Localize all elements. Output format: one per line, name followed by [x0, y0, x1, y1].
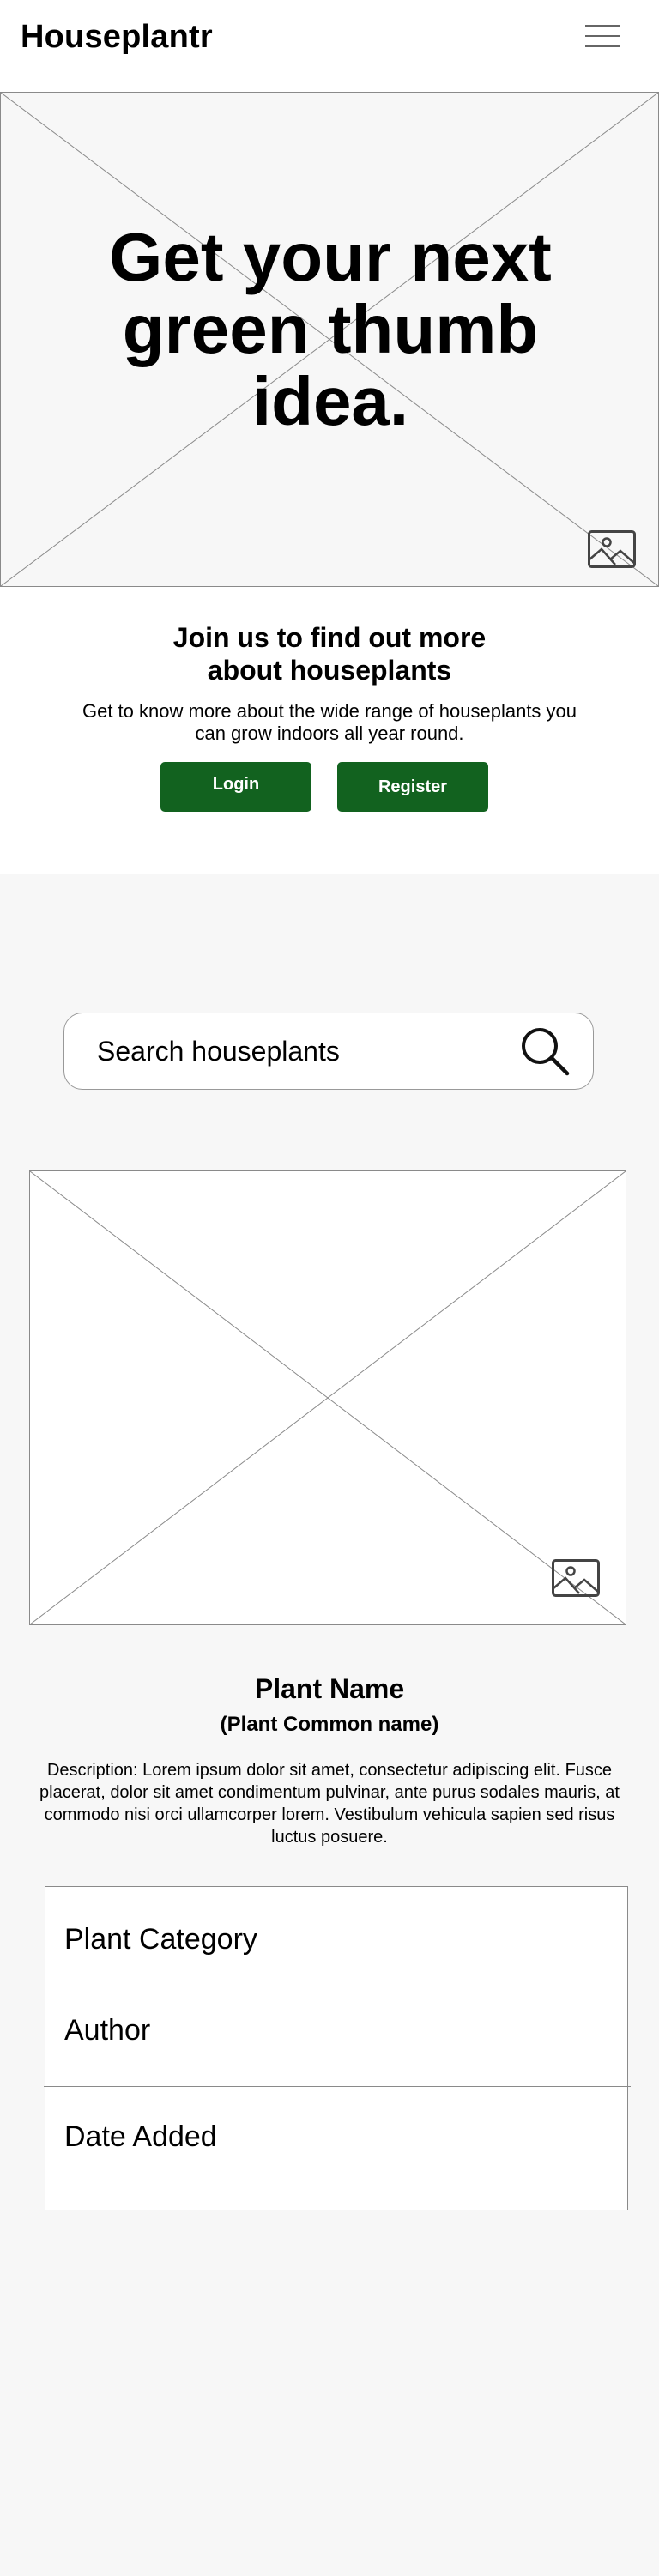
plant-category-row: Plant Category [45, 1923, 627, 1957]
image-placeholder-icon [552, 1559, 600, 1597]
plant-info-table: Plant Category Author Date Added [44, 1886, 631, 2210]
hero-title: Get your next green thumb idea. [109, 219, 552, 439]
author-row: Author [45, 2014, 627, 2048]
brand-logo[interactable]: Houseplantr [21, 19, 213, 56]
search-icon[interactable] [519, 1025, 571, 1077]
hero-banner: Get your next green thumb idea. [0, 92, 659, 587]
date-added-row: Date Added [45, 2120, 627, 2155]
author-label: Author [64, 2014, 151, 2047]
login-button[interactable]: Login [160, 762, 311, 812]
search-input[interactable] [97, 1034, 509, 1068]
hamburger-menu-icon[interactable] [585, 22, 621, 51]
date-added-label: Date Added [64, 2120, 217, 2153]
join-section: Join us to find out more about houseplan… [0, 587, 659, 874]
plant-name: Plant Name [254, 1673, 405, 1704]
register-button[interactable]: Register [337, 762, 488, 812]
plant-image-placeholder [29, 1170, 626, 1625]
row-divider [44, 2086, 631, 2087]
plant-category-label: Plant Category [64, 1923, 257, 1956]
join-title: Join us to find out more about houseplan… [172, 622, 487, 686]
plant-common-name: (Plant Common name) [220, 1713, 439, 1736]
plant-description: Description: Lorem ipsum dolor sit amet,… [39, 1761, 620, 1847]
site-header: Houseplantr [0, 0, 659, 92]
join-description: Get to know more about the wide range of… [82, 700, 577, 744]
search-bar [63, 1013, 594, 1090]
image-placeholder-icon [588, 530, 636, 568]
plant-image-cross [30, 1171, 626, 1624]
plant-content-section: Plant Name (Plant Common name) Descripti… [0, 874, 659, 2576]
